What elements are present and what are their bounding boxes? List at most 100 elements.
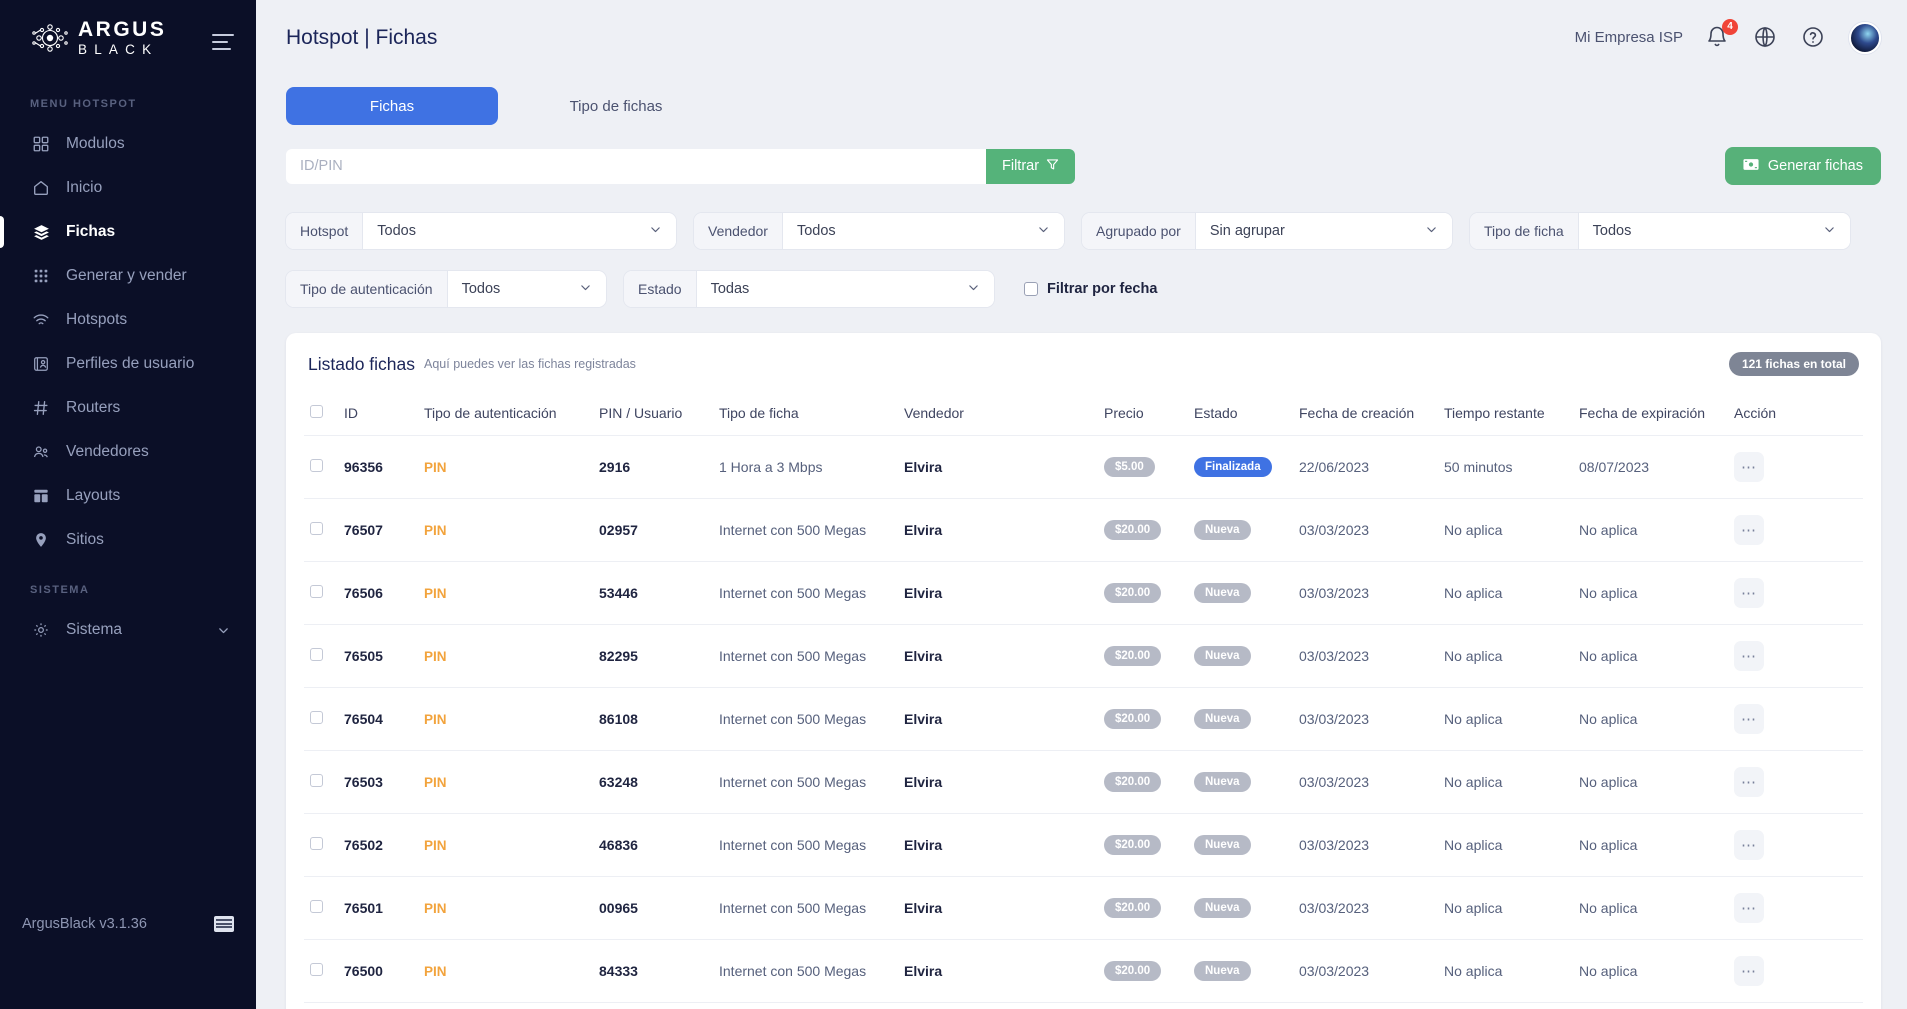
row-checkbox[interactable]	[310, 459, 323, 472]
sidebar-item-generar-y-vender[interactable]: Generar y vender	[0, 254, 256, 298]
row-checkbox[interactable]	[310, 900, 323, 913]
sidebar-item-sitios[interactable]: Sitios	[0, 518, 256, 562]
ellipsis-icon[interactable]: ⋯	[1734, 452, 1764, 482]
sidebar-item-sistema[interactable]: Sistema	[0, 608, 256, 652]
table-row[interactable]: 76502PIN46836Internet con 500 MegasElvir…	[304, 814, 1863, 877]
sidebar-item-modulos[interactable]: Modulos	[0, 122, 256, 166]
column-header-pin-usuario[interactable]: PIN / Usuario	[593, 395, 713, 436]
sidebar-item-layouts[interactable]: Layouts	[0, 474, 256, 518]
sidebar-item-fichas[interactable]: Fichas	[0, 210, 256, 254]
filter-button[interactable]: Filtrar	[986, 149, 1075, 184]
filter-estado-select[interactable]: Todas	[697, 271, 994, 307]
row-checkbox[interactable]	[310, 522, 323, 535]
sidebar-item-label: Inicio	[66, 179, 102, 197]
ellipsis-icon[interactable]: ⋯	[1734, 893, 1764, 923]
table-row[interactable]: 76506PIN53446Internet con 500 MegasElvir…	[304, 562, 1863, 625]
ellipsis-icon[interactable]: ⋯	[1734, 515, 1764, 545]
column-header-fecha-de-creacion[interactable]: Fecha de creación	[1293, 395, 1438, 436]
column-header-tiempo-restante[interactable]: Tiempo restante	[1438, 395, 1573, 436]
column-header-vendedor[interactable]: Vendedor	[898, 395, 1098, 436]
table-row[interactable]: 76504PIN86108Internet con 500 MegasElvir…	[304, 688, 1863, 751]
funnel-icon	[1046, 158, 1059, 175]
price-badge: $5.00	[1104, 457, 1155, 477]
column-header-tipo-de-autenticacion[interactable]: Tipo de autenticación	[418, 395, 593, 436]
filter-row-2: Tipo de autenticación Todos Estado Todas	[286, 271, 1881, 307]
filter-hotspot[interactable]: Hotspot Todos	[286, 213, 676, 249]
table-row[interactable]: 96356PIN29161 Hora a 3 MbpsElvira$5.00Fi…	[304, 436, 1863, 499]
sidebar-item-inicio[interactable]: Inicio	[0, 166, 256, 210]
sidebar-item-routers[interactable]: Routers	[0, 386, 256, 430]
filtrar-por-fecha-checkbox[interactable]: Filtrar por fecha	[1024, 281, 1157, 297]
table-row[interactable]: 76501PIN00965Internet con 500 MegasElvir…	[304, 877, 1863, 940]
ellipsis-icon[interactable]: ⋯	[1734, 578, 1764, 608]
bell-icon[interactable]: 4	[1705, 25, 1731, 51]
ellipsis-icon[interactable]: ⋯	[1734, 767, 1764, 797]
cell-pin: 46836	[593, 814, 713, 877]
certificate-badge-icon[interactable]	[214, 916, 234, 932]
auth-type-label: PIN	[424, 712, 447, 727]
filter-hotspot-select[interactable]: Todos	[363, 213, 676, 249]
tab-fichas[interactable]: Fichas	[286, 87, 498, 125]
auth-type-label: PIN	[424, 460, 447, 475]
filter-tipo-de-autenticacion-select[interactable]: Todos	[448, 271, 606, 307]
cell-estado: Nueva	[1188, 814, 1293, 877]
row-select-cell	[304, 814, 338, 877]
cell-tiempo-restante: No aplica	[1438, 1003, 1573, 1009]
filter-vendedor[interactable]: Vendedor Todos	[694, 213, 1064, 249]
column-header-estado[interactable]: Estado	[1188, 395, 1293, 436]
filter-agrupado-por-select[interactable]: Sin agrupar	[1196, 213, 1452, 249]
row-checkbox[interactable]	[310, 648, 323, 661]
cell-tipo-de-ficha: Internet con 500 Megas	[713, 751, 898, 814]
row-checkbox[interactable]	[310, 585, 323, 598]
row-select-cell	[304, 940, 338, 1003]
status-badge: Nueva	[1194, 520, 1251, 540]
filter-vendedor-select[interactable]: Todos	[783, 213, 1064, 249]
column-header-tipo-de-ficha[interactable]: Tipo de ficha	[713, 395, 898, 436]
status-badge: Nueva	[1194, 646, 1251, 666]
status-badge: Nueva	[1194, 961, 1251, 981]
table-row[interactable]: 76503PIN63248Internet con 500 MegasElvir…	[304, 751, 1863, 814]
ellipsis-icon[interactable]: ⋯	[1734, 956, 1764, 986]
cell-accion: ⋯	[1728, 562, 1863, 625]
ellipsis-icon[interactable]: ⋯	[1734, 641, 1764, 671]
cell-pin: 02957	[593, 499, 713, 562]
filter-tipo-de-autenticacion[interactable]: Tipo de autenticación Todos	[286, 271, 606, 307]
ellipsis-icon[interactable]: ⋯	[1734, 830, 1764, 860]
cell-precio: $20.00	[1098, 814, 1188, 877]
globe-icon[interactable]	[1753, 25, 1779, 51]
cell-fecha-creacion: 03/03/2023	[1293, 1003, 1438, 1009]
sidebar-toggle-button[interactable]	[212, 34, 234, 55]
ellipsis-icon[interactable]: ⋯	[1734, 704, 1764, 734]
row-checkbox[interactable]	[310, 711, 323, 724]
help-circle-icon[interactable]	[1801, 25, 1827, 51]
row-checkbox[interactable]	[310, 837, 323, 850]
filter-hotspot-label: Hotspot	[286, 213, 363, 249]
table-row[interactable]: 76500PIN84333Internet con 500 MegasElvir…	[304, 940, 1863, 1003]
filter-agrupado-por[interactable]: Agrupado por Sin agrupar	[1082, 213, 1452, 249]
table-row[interactable]: 76499PIN26525Internet con 500 MegasElvir…	[304, 1003, 1863, 1009]
price-badge: $20.00	[1104, 961, 1161, 981]
table-row[interactable]: 76505PIN82295Internet con 500 MegasElvir…	[304, 625, 1863, 688]
row-checkbox[interactable]	[310, 963, 323, 976]
column-header-id[interactable]: ID	[338, 395, 418, 436]
column-header-fecha-de-expiracion[interactable]: Fecha de expiración	[1573, 395, 1728, 436]
tab-tipo-de-fichas[interactable]: Tipo de fichas	[510, 87, 722, 125]
card-header: Listado fichas Aquí puedes ver las ficha…	[304, 333, 1863, 395]
filter-tipo-de-ficha[interactable]: Tipo de ficha Todos	[1470, 213, 1850, 249]
search-input[interactable]	[286, 149, 986, 184]
filter-estado[interactable]: Estado Todas	[624, 271, 994, 307]
cell-vendedor: Elvira	[898, 814, 1098, 877]
cell-precio: $5.00	[1098, 436, 1188, 499]
cell-estado: Nueva	[1188, 1003, 1293, 1009]
generar-fichas-button[interactable]: Generar fichas	[1725, 147, 1881, 185]
sidebar-item-hotspots[interactable]: Hotspots	[0, 298, 256, 342]
sidebar-item-vendedores[interactable]: Vendedores	[0, 430, 256, 474]
sidebar-item-perfiles-de-usuario[interactable]: Perfiles de usuario	[0, 342, 256, 386]
cell-accion: ⋯	[1728, 499, 1863, 562]
row-checkbox[interactable]	[310, 774, 323, 787]
table-row[interactable]: 76507PIN02957Internet con 500 MegasElvir…	[304, 499, 1863, 562]
column-header-precio[interactable]: Precio	[1098, 395, 1188, 436]
user-avatar[interactable]	[1849, 22, 1881, 54]
select-all-checkbox[interactable]	[310, 405, 323, 418]
filter-tipo-de-ficha-select[interactable]: Todos	[1579, 213, 1850, 249]
